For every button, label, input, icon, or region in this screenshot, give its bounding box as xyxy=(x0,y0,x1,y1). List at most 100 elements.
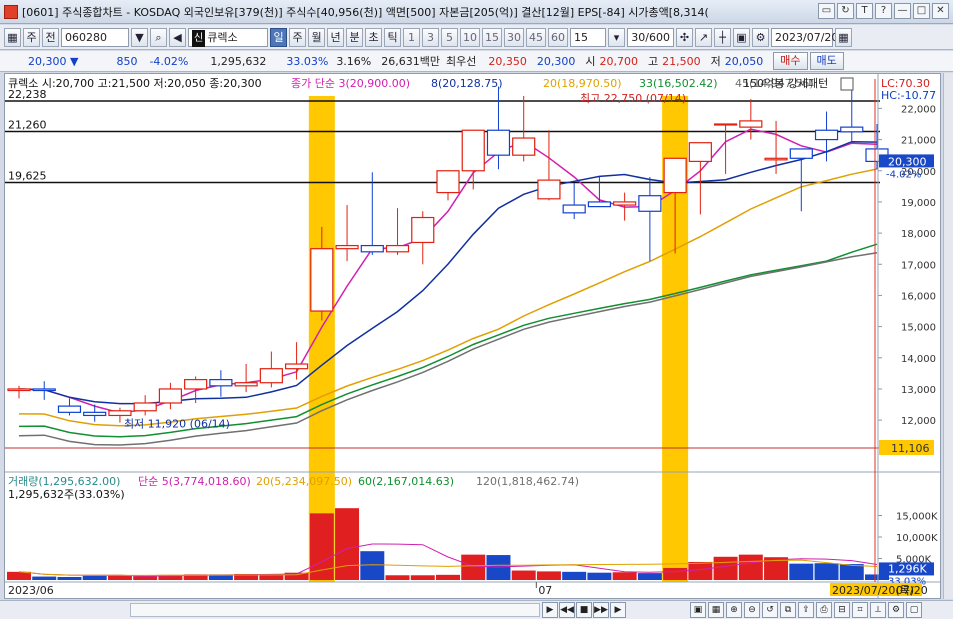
maximize-icon[interactable]: □ xyxy=(913,3,930,19)
fit-icon[interactable]: ▣ xyxy=(690,602,706,618)
dropdown-arrow-icon[interactable]: ▼ xyxy=(131,27,148,47)
volume-bar[interactable] xyxy=(587,572,612,580)
select-arrow-icon[interactable]: ▾ xyxy=(608,27,625,47)
candle-body[interactable] xyxy=(360,244,384,253)
interval-10[interactable]: 10 xyxy=(460,27,480,47)
zoom-in-icon[interactable]: ⊕ xyxy=(726,602,742,618)
layout-icon[interactable]: ▦ xyxy=(708,602,724,618)
volume-bar[interactable] xyxy=(57,576,82,580)
sell-button[interactable]: 매도 xyxy=(809,52,844,70)
print-icon[interactable]: ⎙ xyxy=(816,602,832,618)
candle-body[interactable] xyxy=(512,137,536,156)
candle-body[interactable] xyxy=(840,126,864,133)
volume-bar[interactable] xyxy=(461,554,486,580)
candle-body[interactable] xyxy=(133,402,157,412)
ruler-icon[interactable]: ⟂ xyxy=(870,602,886,618)
volume-bar[interactable] xyxy=(32,576,57,580)
first-icon[interactable]: ◀◀ xyxy=(559,602,575,618)
volume-bar[interactable] xyxy=(688,561,713,580)
period-week[interactable]: 주 xyxy=(289,27,306,47)
interval-45[interactable]: 45 xyxy=(526,27,546,47)
candle-body[interactable] xyxy=(814,129,839,141)
candle-body[interactable] xyxy=(284,363,309,370)
help-icon[interactable]: ? xyxy=(875,3,892,19)
settings-gear-icon[interactable]: ⚙ xyxy=(752,27,769,47)
volume-bar[interactable] xyxy=(360,551,385,580)
volume-bar[interactable] xyxy=(663,567,688,580)
candle-body[interactable] xyxy=(461,129,485,172)
chart-style-icon[interactable]: ⌗ xyxy=(852,602,868,618)
play-icon[interactable]: ▶ xyxy=(610,602,626,618)
volume-bar[interactable] xyxy=(335,508,360,580)
candle-body[interactable] xyxy=(385,244,410,253)
draw-tool-icon[interactable]: ↗ xyxy=(695,27,712,47)
candle-body[interactable] xyxy=(57,405,82,413)
market-select[interactable]: 전 xyxy=(42,27,59,47)
candle-body[interactable] xyxy=(537,179,561,200)
chart-area[interactable]: 22,000 21,000 20,000 19,000 18,000 17,000 16,0… xyxy=(4,73,941,599)
period-year[interactable]: 년 xyxy=(327,27,344,47)
option-icon[interactable]: ⚙ xyxy=(888,602,904,618)
period-month[interactable]: 월 xyxy=(308,27,325,47)
last-icon[interactable]: ▶▶ xyxy=(593,602,609,618)
volume-bar[interactable] xyxy=(612,572,637,580)
date-input[interactable]: 2023/07/20 xyxy=(771,27,838,47)
volume-bar[interactable] xyxy=(82,575,107,580)
pattern-toggle-icon[interactable] xyxy=(840,77,854,91)
volume-bar[interactable] xyxy=(410,575,435,580)
candle-body[interactable] xyxy=(310,248,334,312)
volume-bar[interactable] xyxy=(562,571,587,580)
speaker-icon[interactable]: ◀ xyxy=(169,27,186,47)
reset-icon[interactable]: ↺ xyxy=(762,602,778,618)
candle-body[interactable] xyxy=(789,148,813,159)
volume-bar[interactable] xyxy=(133,576,158,580)
vertical-scrollbar[interactable] xyxy=(943,73,953,599)
minimize-icon[interactable]: — xyxy=(894,3,911,19)
period-day[interactable]: 일 xyxy=(270,27,287,47)
volume-bar[interactable] xyxy=(486,555,511,580)
volume-bar[interactable] xyxy=(814,563,839,580)
candle-body[interactable] xyxy=(688,142,712,163)
screen-icon[interactable]: ▢ xyxy=(906,602,922,618)
volume-bar[interactable] xyxy=(536,571,561,580)
candle-body[interactable] xyxy=(562,204,586,214)
interval-select[interactable]: 15 xyxy=(570,27,606,47)
stock-type-select[interactable]: 주 xyxy=(23,27,40,47)
candle-body[interactable] xyxy=(638,195,662,212)
candle-body[interactable] xyxy=(83,411,107,417)
interval-30[interactable]: 30 xyxy=(504,27,524,47)
zoom-out-icon[interactable]: ⊖ xyxy=(744,602,760,618)
interval-5[interactable]: 5 xyxy=(441,27,458,47)
candle-body[interactable] xyxy=(158,388,183,404)
buy-button[interactable]: 매수 xyxy=(773,52,808,70)
close-icon[interactable]: ✕ xyxy=(932,3,949,19)
candle-body[interactable] xyxy=(764,157,788,161)
volume-bar[interactable] xyxy=(511,570,536,580)
candle-body[interactable] xyxy=(411,216,435,244)
calendar-icon[interactable]: ▦ xyxy=(835,27,852,47)
interval-3[interactable]: 3 xyxy=(422,27,439,47)
candle-body[interactable] xyxy=(209,379,233,387)
volume-bar[interactable] xyxy=(738,554,763,580)
scroll-right-icon[interactable]: ▶ xyxy=(542,602,558,618)
candle-body[interactable] xyxy=(613,201,637,206)
candle-body[interactable] xyxy=(335,244,359,250)
price-volume-chart[interactable]: 22,00021,00020,00019,00018,00017,00016,0… xyxy=(5,74,940,598)
search-icon[interactable]: ⌕ xyxy=(150,27,167,47)
text-icon[interactable]: T xyxy=(856,3,873,19)
candle-body[interactable] xyxy=(108,410,132,417)
stop-icon[interactable]: ■ xyxy=(576,602,592,618)
stock-code-input[interactable]: 060280 xyxy=(61,27,129,47)
interval-60[interactable]: 60 xyxy=(548,27,568,47)
volume-bar[interactable] xyxy=(637,573,662,580)
horizontal-scrollbar[interactable] xyxy=(130,603,540,617)
export-icon[interactable]: ⇪ xyxy=(798,602,814,618)
bar-count-input[interactable]: 30/600 xyxy=(627,27,674,47)
volume-bar[interactable] xyxy=(385,575,410,580)
candle-body[interactable] xyxy=(436,170,460,194)
candle-body[interactable] xyxy=(234,382,258,387)
candle-body[interactable] xyxy=(663,157,687,194)
volume-bar[interactable] xyxy=(713,556,738,580)
candle-body[interactable] xyxy=(259,368,283,384)
candle-body[interactable] xyxy=(486,129,511,156)
